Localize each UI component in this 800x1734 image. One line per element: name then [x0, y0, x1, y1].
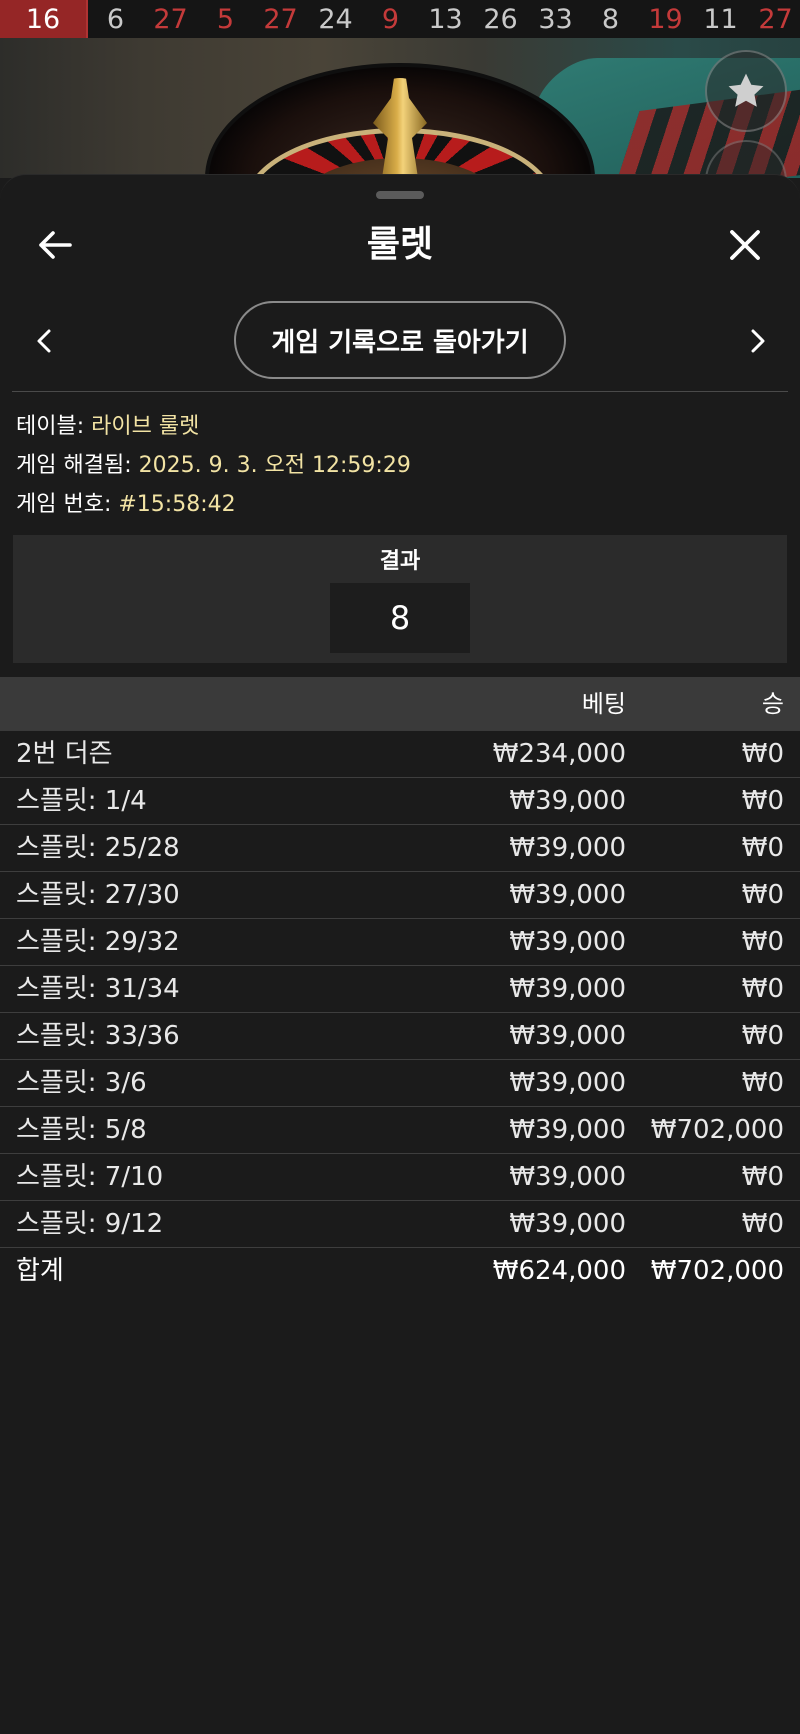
- bet-amount: ₩39,000: [509, 1021, 626, 1051]
- win-amount: ₩0: [741, 1162, 784, 1192]
- game-navigation: 게임 기록으로 돌아가기: [0, 301, 800, 381]
- win-amount: ₩0: [741, 786, 784, 816]
- table-row: 스플릿: 9/12 ₩39,000 ₩0: [0, 1201, 800, 1248]
- table-info: 테이블: 라이브 룰렛: [16, 407, 786, 446]
- history-number: 9: [381, 3, 400, 35]
- history-number: 11: [703, 3, 738, 35]
- divider: [12, 391, 788, 392]
- bet-amount: ₩39,000: [509, 974, 626, 1004]
- win-amount: ₩0: [741, 927, 784, 957]
- resolved-info: 게임 해결됨: 2025. 9. 3. 오전 12:59:29: [16, 446, 786, 485]
- history-number: 27: [153, 3, 188, 35]
- win-amount: ₩0: [741, 1068, 784, 1098]
- bet-name: 스플릿: 7/10: [16, 1162, 164, 1192]
- game-number-label: 게임 번호:: [16, 492, 119, 517]
- win-amount: ₩0: [741, 880, 784, 910]
- table-header: 베팅 승: [0, 677, 800, 731]
- history-number: 24: [318, 3, 353, 35]
- bet-name: 스플릿: 31/34: [16, 974, 180, 1004]
- bet-name: 스플릿: 33/36: [16, 1021, 180, 1051]
- bet-name: 스플릿: 27/30: [16, 880, 180, 910]
- table-row: 스플릿: 1/4 ₩39,000 ₩0: [0, 778, 800, 825]
- back-button[interactable]: [30, 223, 80, 267]
- bets-table: 베팅 승 2번 더즌 ₩234,000 ₩0 스플릿: 1/4 ₩39,000 ₩0 스플릿…: [0, 677, 800, 1295]
- bet-amount: ₩39,000: [509, 927, 626, 957]
- bet-amount: ₩39,000: [509, 1162, 626, 1192]
- win-amount: ₩0: [741, 833, 784, 863]
- game-info: 테이블: 라이브 룰렛 게임 해결됨: 2025. 9. 3. 오전 12:59…: [16, 407, 786, 524]
- table-row: 스플릿: 25/28 ₩39,000 ₩0: [0, 825, 800, 872]
- close-button[interactable]: [720, 223, 770, 267]
- table-row: 스플릿: 3/6 ₩39,000 ₩0: [0, 1060, 800, 1107]
- bet-amount: ₩234,000: [492, 739, 626, 769]
- favorite-button[interactable]: [705, 50, 787, 132]
- previous-game-button[interactable]: [24, 317, 64, 365]
- bet-name: 2번 더즌: [16, 739, 113, 769]
- column-header-win: 승: [761, 690, 784, 718]
- table-row: 스플릿: 7/10 ₩39,000 ₩0: [0, 1154, 800, 1201]
- win-amount: ₩702,000: [650, 1115, 784, 1145]
- game-number-info: 게임 번호: #15:58:42: [16, 485, 786, 524]
- bet-name: 스플릿: 29/32: [16, 927, 180, 957]
- page-title: 룰렛: [366, 224, 434, 265]
- win-amount: ₩0: [741, 1021, 784, 1051]
- total-row: 합계 ₩624,000 ₩702,000: [0, 1248, 800, 1295]
- back-to-history-button[interactable]: 게임 기록으로 돌아가기: [234, 301, 566, 379]
- table-row: 스플릿: 33/36 ₩39,000 ₩0: [0, 1013, 800, 1060]
- bet-amount: ₩39,000: [509, 1068, 626, 1098]
- next-game-button[interactable]: [738, 317, 778, 365]
- bet-amount: ₩39,000: [509, 1115, 626, 1145]
- history-number: 19: [648, 3, 683, 35]
- table-row: 스플릿: 29/32 ₩39,000 ₩0: [0, 919, 800, 966]
- resolved-value: 2025. 9. 3. 오전 12:59:29: [138, 453, 411, 478]
- table-row: 스플릿: 27/30 ₩39,000 ₩0: [0, 872, 800, 919]
- bet-amount: ₩39,000: [509, 1209, 626, 1239]
- total-label: 합계: [16, 1256, 64, 1286]
- bet-amount: ₩39,000: [509, 833, 626, 863]
- arrow-left-icon: [39, 231, 72, 259]
- history-number: 27: [263, 3, 298, 35]
- win-amount: ₩0: [741, 974, 784, 1004]
- history-number: 26: [483, 3, 518, 35]
- win-amount: ₩0: [741, 1209, 784, 1239]
- star-icon: [728, 73, 764, 107]
- resolved-label: 게임 해결됨:: [16, 453, 139, 478]
- history-number: 33: [538, 3, 573, 35]
- history-number: 16: [0, 0, 88, 38]
- chevron-right-icon: [751, 329, 765, 353]
- sheet-drag-handle[interactable]: [376, 191, 424, 199]
- bet-name: 스플릿: 25/28: [16, 833, 180, 863]
- result-panel: 결과 8: [13, 535, 787, 663]
- result-history-strip: 16 6 27 5 27 24 9 13 26 33 8 19 11 27: [0, 0, 800, 38]
- close-icon: [730, 230, 760, 260]
- history-number: 27: [758, 3, 793, 35]
- sheet-header: 룰렛: [0, 205, 800, 285]
- game-detail-sheet: 룰렛 게임 기록으로 돌아가기 테이블: 라이브 룰렛 게임 해결됨: 2025…: [0, 174, 800, 1734]
- game-number-value: #15:58:42: [118, 492, 236, 517]
- bet-name: 스플릿: 3/6: [16, 1068, 147, 1098]
- table-label: 테이블:: [16, 414, 92, 439]
- chevron-left-icon: [37, 329, 51, 353]
- history-number: 6: [106, 3, 125, 35]
- table-row: 2번 더즌 ₩234,000 ₩0: [0, 731, 800, 778]
- bet-name: 스플릿: 1/4: [16, 786, 147, 816]
- bet-name: 스플릿: 5/8: [16, 1115, 147, 1145]
- history-number: 13: [428, 3, 463, 35]
- history-number: 8: [601, 3, 620, 35]
- total-win: ₩702,000: [650, 1256, 784, 1286]
- table-row: 스플릿: 5/8 ₩39,000 ₩702,000: [0, 1107, 800, 1154]
- table-row: 스플릿: 31/34 ₩39,000 ₩0: [0, 966, 800, 1013]
- result-number: 8: [330, 583, 470, 653]
- total-bet: ₩624,000: [492, 1256, 626, 1286]
- bet-amount: ₩39,000: [509, 880, 626, 910]
- table-value: 라이브 룰렛: [91, 414, 200, 439]
- column-header-bet: 베팅: [581, 690, 626, 718]
- bet-amount: ₩39,000: [509, 786, 626, 816]
- win-amount: ₩0: [741, 739, 784, 769]
- result-label: 결과: [379, 549, 421, 574]
- history-number: 5: [216, 3, 235, 35]
- bet-name: 스플릿: 9/12: [16, 1209, 164, 1239]
- live-video-background: [0, 38, 800, 178]
